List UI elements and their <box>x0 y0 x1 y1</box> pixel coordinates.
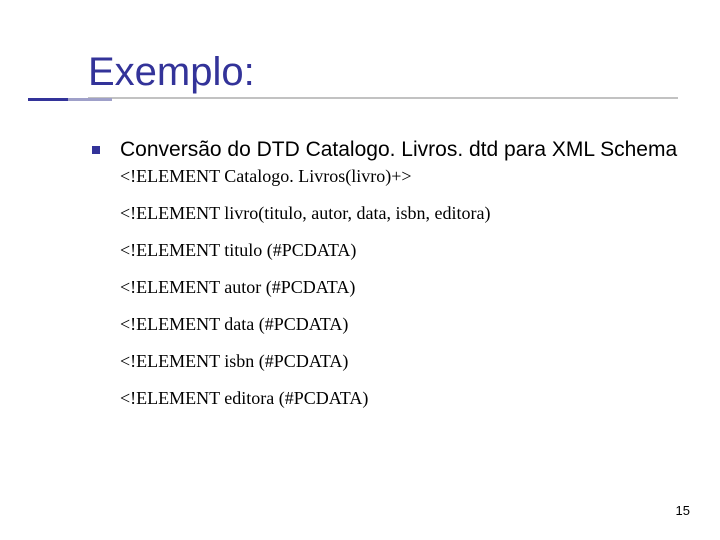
code-line: <!ELEMENT autor (#PCDATA) <box>120 277 720 298</box>
code-line: <!ELEMENT editora (#PCDATA) <box>120 388 720 409</box>
bullet-row: Conversão do DTD Catalogo. Livros. dtd p… <box>92 137 720 163</box>
code-line: <!ELEMENT Catalogo. Livros(livro)+> <box>120 166 720 187</box>
square-bullet-icon <box>92 146 100 154</box>
code-line: <!ELEMENT titulo (#PCDATA) <box>120 240 720 261</box>
slide-container: Exemplo: Conversão do DTD Catalogo. Livr… <box>0 0 720 540</box>
code-line: <!ELEMENT livro(titulo, autor, data, isb… <box>120 203 720 224</box>
title-accent-bar <box>28 98 68 101</box>
slide-number: 15 <box>676 503 690 518</box>
title-accent-bar-light <box>68 98 112 101</box>
title-underline <box>88 97 678 99</box>
title-wrap: Exemplo: <box>28 50 720 99</box>
slide-title: Exemplo: <box>88 50 720 95</box>
dtd-code-list: <!ELEMENT Catalogo. Livros(livro)+> <!EL… <box>120 166 720 409</box>
slide-content: Conversão do DTD Catalogo. Livros. dtd p… <box>92 137 720 409</box>
code-line: <!ELEMENT isbn (#PCDATA) <box>120 351 720 372</box>
code-line: <!ELEMENT data (#PCDATA) <box>120 314 720 335</box>
bullet-text: Conversão do DTD Catalogo. Livros. dtd p… <box>120 137 677 163</box>
